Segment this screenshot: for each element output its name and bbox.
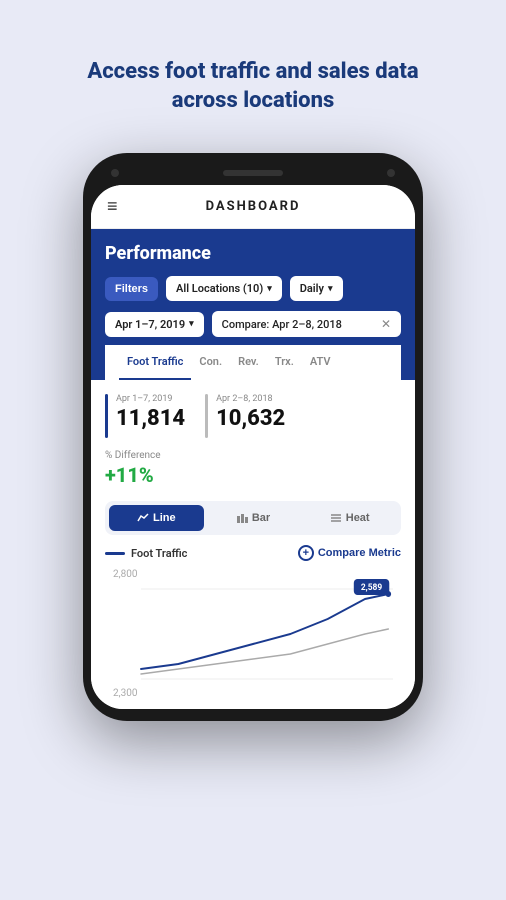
bar-icon [236,512,248,524]
stats-section: Apr 1–7, 2019 11,814 Apr 2–8, 2018 10,63… [91,380,415,709]
legend-label: Foot Traffic [131,547,187,560]
chevron-down-icon: ▾ [189,319,194,329]
diff-section: % Difference +11% [105,450,401,487]
chart-y-top: 2,800 [113,569,137,580]
phone-frame: ≡ DASHBOARD Performance Filters All Loca… [83,153,423,721]
svg-text:2,589: 2,589 [361,583,382,593]
compare-metric-button[interactable]: + Compare Metric [298,545,401,561]
chevron-down-icon: ▾ [267,284,272,294]
chart-y-bottom: 2,300 [113,688,137,699]
secondary-stat: Apr 2–8, 2018 10,632 [205,394,285,438]
line-chart-button[interactable]: Line [109,505,204,531]
chart-svg: 2,589 [113,569,393,699]
secondary-stat-date: Apr 2–8, 2018 [216,394,285,404]
secondary-stat-info: Apr 2–8, 2018 10,632 [216,394,285,431]
secondary-stat-value: 10,632 [216,406,285,431]
stats-row: Apr 1–7, 2019 11,814 Apr 2–8, 2018 10,63… [105,394,401,438]
nav-title: DASHBOARD [206,199,301,214]
primary-stat-date: Apr 1–7, 2019 [116,394,185,404]
date-row: Apr 1–7, 2019 ▾ Compare: Apr 2–8, 2018 ✕ [105,311,401,337]
tab-rev[interactable]: Rev. [230,345,267,380]
legend-row: Foot Traffic + Compare Metric [105,545,401,561]
compare-metric-label: Compare Metric [318,547,401,559]
heat-icon [330,512,342,524]
tab-con[interactable]: Con. [191,345,230,380]
primary-stat-info: Apr 1–7, 2019 11,814 [116,394,185,431]
phone-camera [111,169,119,177]
phone-sensor [387,169,395,177]
tab-trx[interactable]: Trx. [267,345,302,380]
date-range-button[interactable]: Apr 1–7, 2019 ▾ [105,312,204,337]
close-icon[interactable]: ✕ [381,317,391,331]
line-icon [137,512,149,524]
menu-icon[interactable]: ≡ [107,196,118,217]
primary-stat-value: 11,814 [116,406,185,431]
primary-stat: Apr 1–7, 2019 11,814 [105,394,185,438]
chart-area: 2,800 2,300 2,589 [105,569,401,699]
heat-chart-button[interactable]: Heat [302,505,397,531]
plus-circle-icon: + [298,545,314,561]
phone-screen: ≡ DASHBOARD Performance Filters All Loca… [91,185,415,709]
nav-bar: ≡ DASHBOARD [91,185,415,229]
chevron-down-icon: ▾ [328,284,333,294]
locations-dropdown[interactable]: All Locations (10) ▾ [166,276,282,301]
page-header: Access foot traffic and sales data acros… [0,0,506,153]
legend-foot-traffic: Foot Traffic [105,547,187,560]
tabs-row: Foot Traffic Con. Rev. Trx. ATV [105,345,401,380]
phone-speaker [223,170,283,176]
phone-notch [91,165,415,185]
frequency-dropdown[interactable]: Daily ▾ [290,276,343,301]
filter-row: Filters All Locations (10) ▾ Daily ▾ [105,276,401,301]
legend-line-indicator [105,552,125,555]
diff-label: % Difference [105,450,401,461]
filters-button[interactable]: Filters [105,277,158,301]
compare-date-button[interactable]: Compare: Apr 2–8, 2018 ✕ [212,311,401,337]
primary-stat-divider [105,394,108,438]
secondary-stat-divider [205,394,208,438]
tab-foot-traffic[interactable]: Foot Traffic [119,345,191,380]
tab-atv[interactable]: ATV [302,345,339,380]
bar-chart-button[interactable]: Bar [206,505,301,531]
header-title: Access foot traffic and sales data acros… [40,30,466,135]
performance-section: Performance Filters All Locations (10) ▾… [91,229,415,380]
performance-title: Performance [105,243,401,264]
chart-type-toggle: Line Bar Heat [105,501,401,535]
diff-value: +11% [105,463,401,487]
